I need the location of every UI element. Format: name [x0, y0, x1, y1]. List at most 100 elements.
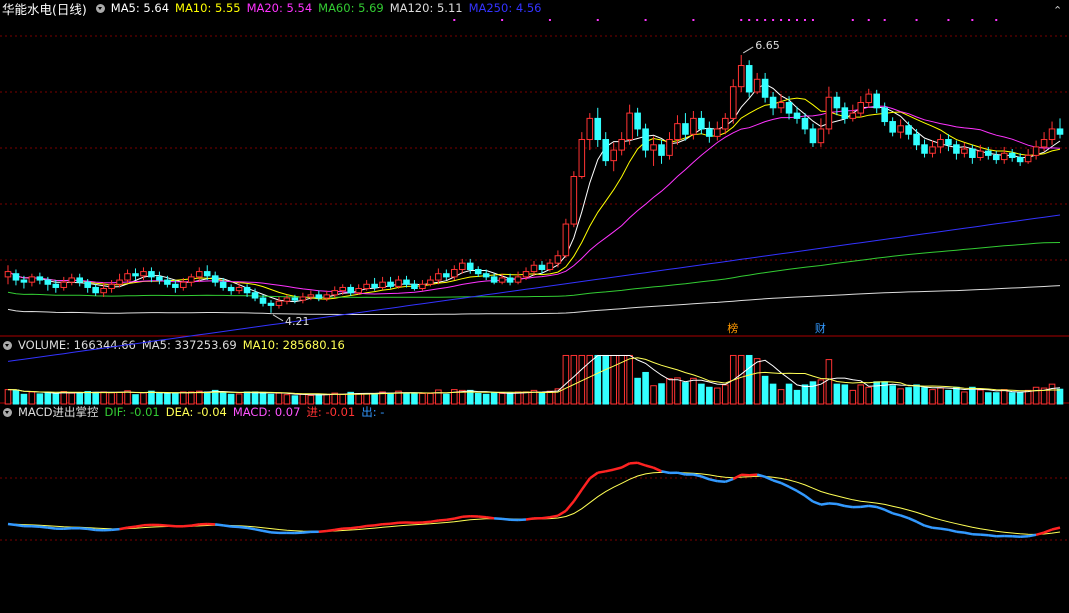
candle-body — [961, 148, 968, 154]
signal-dot — [756, 19, 759, 21]
macd-signal-segment — [39, 525, 48, 529]
macd-signal-segment — [908, 517, 918, 523]
candle-body — [873, 93, 880, 109]
candle-body — [347, 286, 354, 294]
macd-signal-segment — [1051, 526, 1061, 531]
volume-bar — [116, 391, 123, 405]
candle-body — [20, 279, 28, 283]
volume-bar — [411, 393, 418, 405]
signal-dot — [883, 19, 886, 21]
volume-bar — [905, 387, 912, 405]
macd-signal-segment — [390, 521, 399, 526]
candle-body — [180, 281, 187, 288]
candle-body — [626, 112, 633, 141]
volume-bar — [745, 354, 753, 405]
candle-body — [833, 96, 841, 109]
candle-body — [124, 273, 131, 281]
macd-signal-segment — [892, 512, 901, 517]
candle-body — [714, 128, 721, 137]
macd-signal-segment — [231, 525, 240, 529]
volume-bar — [52, 393, 60, 405]
volume-bar — [12, 389, 20, 405]
candle-body — [761, 78, 769, 98]
candle-body — [969, 148, 976, 158]
volume-bar — [251, 391, 259, 405]
macd-signal-segment — [613, 466, 623, 471]
macd-signal-segment — [79, 527, 88, 531]
candle-body — [156, 276, 163, 281]
high-pointer — [742, 46, 754, 54]
macd-signal-segment — [597, 470, 606, 474]
signal-dot — [772, 19, 775, 21]
candle-body — [514, 276, 522, 283]
macd-signal-segment — [111, 527, 120, 532]
candle-body — [634, 112, 641, 130]
volume-bar — [490, 392, 498, 405]
volume-bar — [865, 386, 873, 405]
signal-dot — [811, 19, 814, 21]
volume-bar — [180, 391, 187, 405]
volume-bar — [785, 383, 793, 405]
macd-signal-segment — [246, 526, 256, 531]
volume-bar — [857, 384, 865, 405]
candle-body — [690, 117, 697, 135]
candle-body — [889, 121, 896, 133]
volume-bar — [977, 389, 984, 405]
marker-bang: 榜 — [727, 321, 738, 335]
macd-signal-segment — [605, 468, 614, 473]
macd-signal-segment — [916, 520, 926, 527]
volume-bar — [20, 393, 28, 405]
candle-body — [1048, 128, 1056, 141]
signal-dot — [971, 19, 974, 21]
volume-bar — [259, 391, 267, 405]
candle-body — [682, 123, 689, 135]
ma250-line — [7, 214, 1061, 362]
macd-signal-segment — [677, 471, 686, 476]
macd-signal-segment — [549, 514, 559, 519]
chart-canvas[interactable]: 6.65 4.21 榜 财 — [0, 0, 1069, 613]
signal-dot — [501, 19, 504, 21]
macd-signal-segment — [964, 531, 973, 536]
volume-bar — [267, 393, 275, 405]
volume-bar — [809, 381, 817, 405]
volume-bar — [506, 392, 514, 405]
macd-signal-segment — [541, 515, 551, 520]
volume-bar — [44, 391, 52, 405]
signal-dot — [644, 19, 647, 21]
macd-signal-segment — [900, 514, 910, 520]
volume-bar — [1056, 388, 1064, 405]
signal-dot — [995, 19, 998, 21]
candle-body — [921, 144, 928, 154]
volume-bar — [650, 385, 657, 405]
candle-body — [100, 288, 107, 294]
volume-bar — [841, 384, 849, 405]
macd-signal-segment — [87, 527, 96, 532]
volume-bar — [849, 389, 857, 405]
macd-signal-segment — [749, 473, 758, 477]
volume-bar — [984, 392, 992, 405]
volume-bar — [275, 392, 283, 405]
volume-bar — [482, 393, 490, 405]
volume-bar — [522, 391, 530, 405]
candle-body — [12, 273, 20, 281]
macd-signal-segment — [167, 524, 176, 528]
candle-body — [172, 283, 179, 288]
macd-signal-segment — [1012, 534, 1021, 539]
volume-bar — [28, 391, 36, 405]
candle-body — [522, 271, 530, 278]
macd-signal-segment — [693, 473, 702, 478]
candle-body — [618, 139, 625, 151]
candle-body — [570, 176, 578, 225]
volume-bar — [164, 392, 171, 405]
volume-bar — [219, 391, 227, 405]
volume-bar — [777, 389, 785, 405]
candle-body — [817, 128, 825, 144]
volume-bar — [92, 391, 99, 405]
macd-signal-segment — [980, 533, 989, 537]
volume-bar — [36, 393, 44, 405]
macd-signal-segment — [518, 518, 527, 522]
volume-bar — [737, 354, 745, 405]
volume-bar — [913, 384, 920, 405]
volume-bar — [761, 375, 769, 405]
candle-body — [435, 273, 442, 281]
